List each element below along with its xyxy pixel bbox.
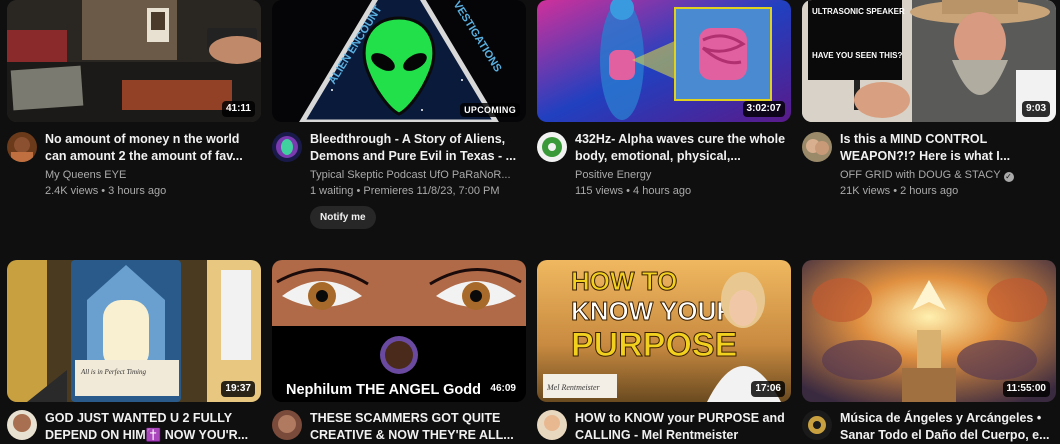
video-meta: Is this a MIND CONTROL WEAPON?!? Here is… bbox=[840, 131, 1054, 199]
thumbnail-headline-1: HOW TO bbox=[571, 266, 677, 296]
video-title[interactable]: No amount of money n the world can amoun… bbox=[45, 131, 259, 165]
video-title[interactable]: 432Hz- Alpha waves cure the whole body, … bbox=[575, 131, 789, 165]
channel-avatar[interactable] bbox=[272, 132, 302, 162]
thumbnail-signature: Mel Rentmeister bbox=[546, 383, 601, 392]
video-thumbnail[interactable]: HOW TO KNOW YOUR PURPOSE Mel Rentmeister… bbox=[537, 260, 791, 402]
thumbnail-image: ULTRASONIC SPEAKER HAVE YOU SEEN THIS? bbox=[802, 0, 1056, 122]
video-duration: 17:06 bbox=[751, 381, 785, 397]
video-stats: 2.4K views • 3 hours ago bbox=[45, 185, 167, 197]
video-duration: 46:09 bbox=[486, 381, 520, 397]
notify-me-button[interactable]: Notify me bbox=[310, 206, 376, 229]
video-thumbnail[interactable]: ALIEN ENCOUNT VESTIGATIONS UPCOMING bbox=[272, 0, 526, 122]
channel-avatar[interactable] bbox=[802, 132, 832, 162]
video-thumbnail[interactable]: 3:02:07 bbox=[537, 0, 791, 122]
video-duration: 19:37 bbox=[221, 381, 255, 397]
video-meta: HOW to KNOW your PURPOSE and CALLING - M… bbox=[575, 410, 789, 444]
video-duration: 3:02:07 bbox=[742, 101, 785, 117]
thumbnail-headline-2: KNOW YOUR bbox=[571, 296, 735, 326]
thumbnail-sign-text: ULTRASONIC SPEAKER bbox=[812, 7, 905, 16]
video-title[interactable]: HOW to KNOW your PURPOSE and CALLING - M… bbox=[575, 410, 789, 444]
channel-avatar[interactable] bbox=[272, 410, 302, 440]
channel-name[interactable]: OFF GRID with DOUG & STACY ✓ bbox=[840, 167, 1054, 183]
video-title[interactable]: Bleedthrough - A Story of Aliens, Demons… bbox=[310, 131, 524, 165]
video-title[interactable]: Is this a MIND CONTROL WEAPON?!? Here is… bbox=[840, 131, 1054, 165]
channel-avatar[interactable] bbox=[7, 410, 37, 440]
video-title[interactable]: Música de Ángeles y Arcángeles • Sanar T… bbox=[840, 410, 1054, 444]
video-title[interactable]: GOD JUST WANTED U 2 FULLY DEPEND ON HIM✝… bbox=[45, 410, 259, 444]
video-thumbnail[interactable]: Nephilum THE ANGEL Godd 46:09 bbox=[272, 260, 526, 402]
video-meta: 432Hz- Alpha waves cure the whole body, … bbox=[575, 131, 789, 199]
video-thumbnail[interactable]: ULTRASONIC SPEAKER HAVE YOU SEEN THIS? 9… bbox=[802, 0, 1056, 122]
video-stats: 1 waiting • Premieres 11/8/23, 7:00 PM bbox=[310, 185, 500, 197]
video-duration: 11:55:00 bbox=[1002, 381, 1050, 397]
upcoming-badge: UPCOMING bbox=[460, 103, 520, 117]
video-meta: Música de Ángeles y Arcángeles • Sanar T… bbox=[840, 410, 1054, 444]
channel-avatar[interactable] bbox=[537, 410, 567, 440]
video-duration: 9:03 bbox=[1021, 101, 1050, 117]
channel-name-text: OFF GRID with DOUG & STACY bbox=[840, 169, 1001, 181]
thumbnail-sign-text: HAVE YOU SEEN THIS? bbox=[812, 51, 903, 60]
verified-badge-icon: ✓ bbox=[1003, 172, 1014, 182]
video-title[interactable]: THESE SCAMMERS GOT QUITE CREATIVE & NOW … bbox=[310, 410, 524, 444]
channel-avatar[interactable] bbox=[802, 410, 832, 440]
video-meta: No amount of money n the world can amoun… bbox=[45, 131, 259, 199]
thumbnail-headline-3: PURPOSE bbox=[571, 326, 737, 364]
video-thumbnail[interactable]: 41:11 bbox=[7, 0, 261, 122]
video-grid: 41:11 No amount of money n the world can… bbox=[0, 0, 1060, 444]
video-meta: GOD JUST WANTED U 2 FULLY DEPEND ON HIM✝… bbox=[45, 410, 259, 444]
video-thumbnail[interactable]: All is in Perfect Timing 19:37 bbox=[7, 260, 261, 402]
video-duration: 41:11 bbox=[221, 101, 255, 117]
channel-name[interactable]: Typical Skeptic Podcast UfO PaRaNoR... bbox=[310, 167, 524, 183]
channel-avatar[interactable] bbox=[7, 132, 37, 162]
video-thumbnail[interactable]: 11:55:00 bbox=[802, 260, 1056, 402]
video-stats: 21K views • 2 hours ago bbox=[840, 185, 959, 197]
video-meta: THESE SCAMMERS GOT QUITE CREATIVE & NOW … bbox=[310, 410, 524, 444]
video-stats: 115 views • 4 hours ago bbox=[575, 185, 692, 197]
video-meta: Bleedthrough - A Story of Aliens, Demons… bbox=[310, 131, 524, 229]
channel-name[interactable]: Positive Energy bbox=[575, 167, 789, 183]
thumbnail-card-text: All is in Perfect Timing bbox=[80, 368, 146, 376]
channel-avatar[interactable] bbox=[537, 132, 567, 162]
thumbnail-overlay-title: Nephilum THE ANGEL Godd bbox=[286, 382, 481, 398]
channel-name[interactable]: My Queens EYE bbox=[45, 167, 259, 183]
